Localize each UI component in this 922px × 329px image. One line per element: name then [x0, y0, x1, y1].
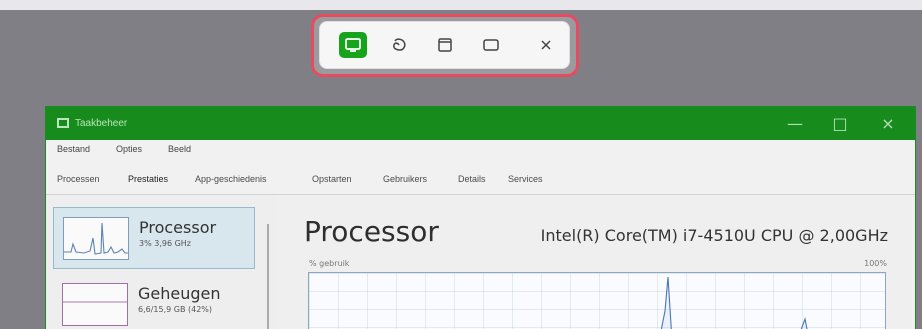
graph-max-label: 100%	[864, 259, 887, 268]
processor-details: Processor Intel(R) Core(TM) i7-4510U CPU…	[276, 195, 915, 329]
title-bar: Taakbeheer — □ ×	[46, 107, 915, 140]
menu-options[interactable]: Opties	[116, 144, 142, 154]
window-snip-icon	[436, 37, 454, 53]
fullscreen-snip-icon	[481, 37, 501, 53]
processor-usage-graph	[308, 272, 886, 329]
cpu-model: Intel(R) Core(TM) i7-4510U CPU @ 2,00GHz	[540, 226, 888, 245]
processor-performance-item[interactable]: Processor 3% 3,96 GHz	[53, 207, 255, 269]
tab-services[interactable]: Services	[508, 174, 543, 184]
sidebar-scrollbar[interactable]	[267, 224, 269, 329]
maximize-icon: □	[832, 114, 848, 133]
screen-edge	[0, 0, 922, 10]
freeform-snip-icon	[390, 37, 408, 53]
processor-label: Processor	[139, 218, 217, 237]
performance-sidebar: Processor 3% 3,96 GHz Geheugen 6,6/15,9 …	[46, 195, 276, 329]
window-title: Taakbeheer	[75, 118, 128, 129]
memory-performance-item[interactable]: Geheugen 6,6/15,9 GB (42%)	[53, 274, 255, 329]
snipping-toolbar	[319, 21, 570, 69]
tabs-bar: Processen Prestaties App-geschiedenis Op…	[46, 158, 915, 195]
menu-view[interactable]: Beeld	[168, 144, 191, 154]
memory-mini-graph	[62, 283, 128, 326]
rectangle-snip-button[interactable]	[339, 32, 367, 58]
processor-usage: 3% 3,96 GHz	[139, 239, 192, 248]
memory-usage: 6,6/15,9 GB (42%)	[138, 305, 213, 314]
close-icon: ×	[881, 114, 895, 133]
window-close-button[interactable]: ×	[873, 114, 903, 134]
rectangle-snip-icon	[344, 37, 362, 53]
freeform-snip-button[interactable]	[385, 32, 413, 58]
tab-app-geschiedenis[interactable]: App-geschiedenis	[195, 174, 267, 184]
fullscreen-snip-button[interactable]	[477, 32, 505, 58]
menu-file[interactable]: Bestand	[57, 144, 90, 154]
tab-prestaties[interactable]: Prestaties	[128, 174, 168, 184]
graph-usage-label: % gebruik	[309, 259, 350, 268]
close-icon	[538, 37, 554, 53]
page-title: Processor	[304, 215, 439, 248]
tab-gebruikers[interactable]: Gebruikers	[383, 174, 427, 184]
tab-processen[interactable]: Processen	[57, 174, 100, 184]
maximize-button[interactable]: □	[825, 114, 855, 134]
window-snip-button[interactable]	[431, 32, 459, 58]
minimize-button[interactable]: —	[780, 114, 810, 134]
desktop-screen: Taakbeheer — □ × Bestand Opties Beeld Pr…	[0, 0, 922, 329]
close-button[interactable]	[532, 32, 560, 58]
task-manager-window: Taakbeheer — □ × Bestand Opties Beeld Pr…	[45, 106, 916, 329]
menu-bar: Bestand Opties Beeld	[46, 140, 915, 158]
tab-opstarten[interactable]: Opstarten	[312, 174, 352, 184]
tab-details[interactable]: Details	[458, 174, 486, 184]
processor-mini-graph	[63, 217, 129, 260]
memory-label: Geheugen	[138, 284, 221, 303]
task-manager-icon	[57, 118, 69, 128]
minimize-icon: —	[787, 114, 803, 133]
